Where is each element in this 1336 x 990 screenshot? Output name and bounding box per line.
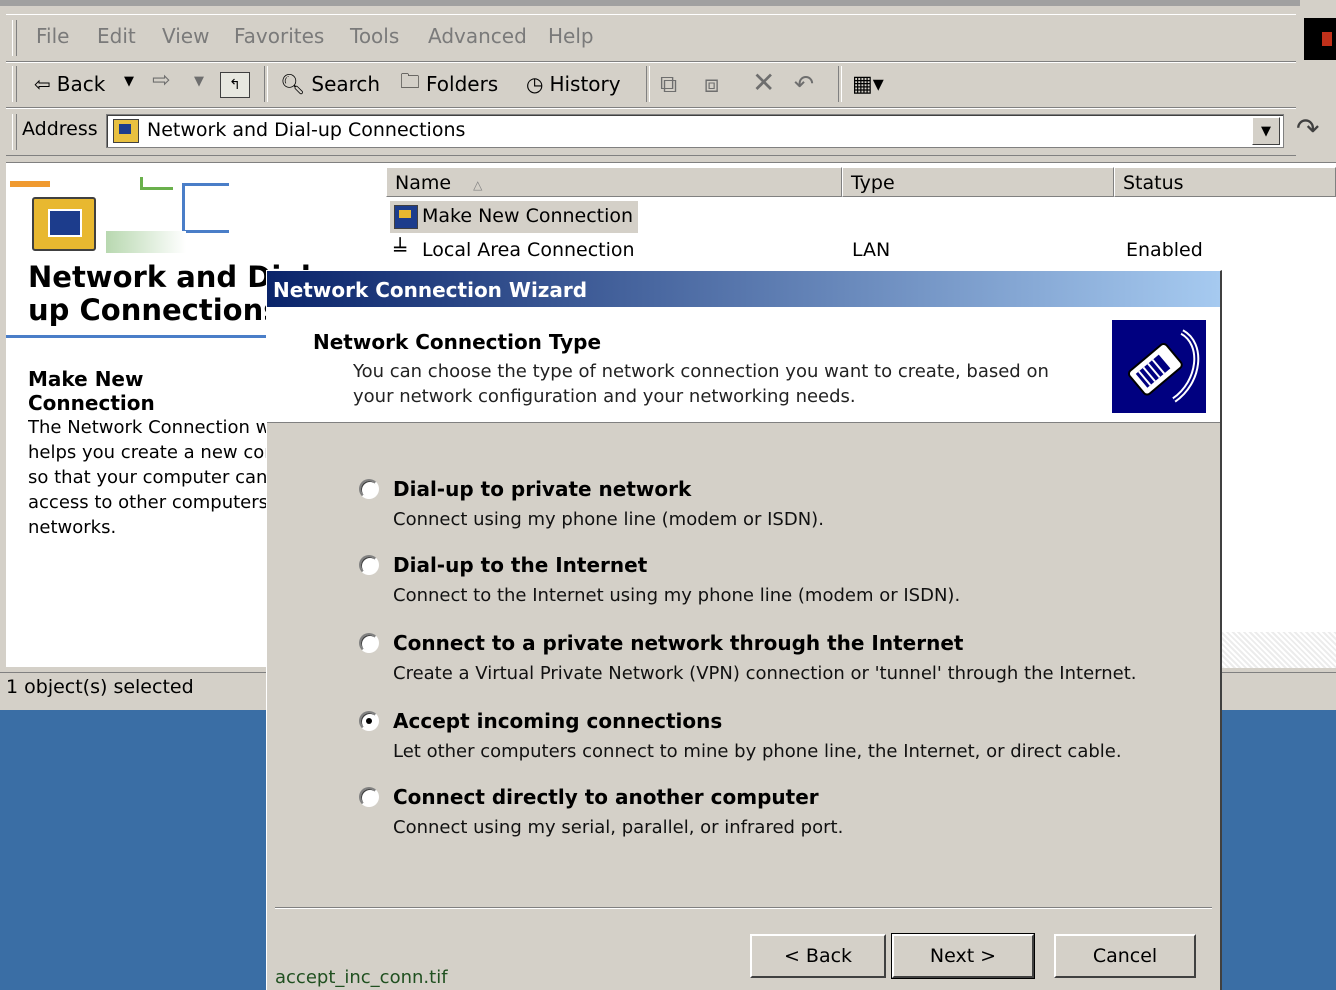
- row-name: Make New Connection: [422, 205, 634, 227]
- make-new-connection-icon: [394, 205, 418, 229]
- folders-label: Folders: [426, 72, 499, 96]
- copy-to-icon[interactable]: ⧈: [704, 70, 719, 98]
- column-status-label: Status: [1123, 172, 1184, 194]
- option-description: Connect using my serial, parallel, or in…: [393, 817, 844, 838]
- option-description: Create a Virtual Private Network (VPN) c…: [393, 663, 1137, 684]
- cancel-button[interactable]: Cancel: [1054, 934, 1196, 978]
- menu-tools[interactable]: Tools: [350, 24, 399, 48]
- address-dropdown-icon[interactable]: ▼: [1252, 117, 1280, 145]
- window-top-edge: [0, 0, 1300, 6]
- address-label: Address: [22, 118, 98, 140]
- up-folder-icon[interactable]: ↰: [220, 72, 250, 98]
- next-button[interactable]: Next >: [891, 933, 1035, 979]
- option-description: Let other computers connect to mine by p…: [393, 741, 1122, 762]
- network-connections-icon: [32, 197, 96, 251]
- lan-connection-icon: ╧: [394, 237, 407, 261]
- address-value: Network and Dial-up Connections: [147, 119, 466, 141]
- back-dropdown-icon[interactable]: ▼: [124, 74, 134, 89]
- back-wizard-button[interactable]: < Back: [750, 934, 886, 978]
- wizard-title: Network Connection Wizard: [273, 278, 588, 302]
- network-cable-icon: [1112, 320, 1206, 413]
- option-description: Connect using my phone line (modem or IS…: [393, 509, 824, 530]
- menu-advanced[interactable]: Advanced: [428, 24, 527, 48]
- search-icon: 🔍︎: [280, 72, 306, 96]
- option-title: Dial-up to private network: [393, 477, 692, 501]
- menu-file[interactable]: File: [36, 24, 69, 48]
- search-button[interactable]: 🔍︎ Search: [280, 68, 380, 100]
- radio-vpn[interactable]: [359, 633, 379, 653]
- go-arrow-icon[interactable]: ↷: [1296, 112, 1319, 145]
- wizard-page-subtitle: You can choose the type of network conne…: [353, 361, 1049, 407]
- menu-grip[interactable]: [12, 20, 17, 56]
- folders-button[interactable]: 🗀 Folders: [400, 68, 498, 100]
- radio-accept-incoming[interactable]: [359, 711, 379, 731]
- back-button[interactable]: ⇦ Back: [34, 68, 105, 100]
- forward-dropdown-icon[interactable]: ▼: [194, 74, 204, 89]
- radio-dialup-internet[interactable]: [359, 555, 379, 575]
- address-grip[interactable]: [12, 114, 17, 150]
- image-filename-caption: accept_inc_conn.tif: [275, 967, 448, 988]
- column-header-type[interactable]: Type: [842, 167, 1114, 197]
- wizard-page-title: Network Connection Type: [313, 330, 602, 354]
- row-name: Local Area Connection: [422, 239, 635, 261]
- network-folder-icon: [113, 119, 139, 143]
- move-to-icon[interactable]: ⧉: [660, 70, 677, 98]
- windows-logo-icon: [1304, 18, 1336, 60]
- menu-edit[interactable]: Edit: [97, 24, 136, 48]
- wizard-header: Network Connection Type You can choose t…: [267, 307, 1220, 423]
- hatch-pattern: [1222, 632, 1336, 668]
- option-title: Connect to a private network through the…: [393, 631, 964, 655]
- history-label: History: [549, 72, 621, 96]
- radio-direct-connect[interactable]: [359, 787, 379, 807]
- back-arrow-icon: ⇦: [34, 72, 51, 96]
- undo-icon[interactable]: ↶: [794, 70, 814, 98]
- radio-dialup-private[interactable]: [359, 479, 379, 499]
- folders-icon: 🗀: [400, 69, 420, 93]
- column-header-status[interactable]: Status: [1114, 167, 1336, 197]
- column-name-label: Name: [395, 172, 452, 194]
- history-button[interactable]: ◷ History: [526, 68, 621, 100]
- column-header-name[interactable]: Name △: [386, 167, 842, 197]
- sort-ascending-icon: △: [473, 178, 483, 192]
- option-title: Connect directly to another computer: [393, 785, 819, 809]
- toolbar-separator: [646, 66, 650, 102]
- option-description: Connect to the Internet using my phone l…: [393, 585, 961, 606]
- list-row-local-area-connection[interactable]: ╧ Local Area Connection LAN Enabled: [390, 235, 1330, 267]
- views-icon[interactable]: ▦▾: [852, 72, 884, 97]
- status-text: 1 object(s) selected: [6, 676, 194, 698]
- toolbar-separator: [264, 66, 268, 102]
- history-icon: ◷: [526, 72, 544, 96]
- menu-view[interactable]: View: [162, 24, 209, 48]
- back-label: Back: [56, 72, 106, 96]
- menu-help[interactable]: Help: [548, 24, 594, 48]
- row-type: LAN: [852, 239, 891, 261]
- toolbar-separator: [838, 66, 842, 102]
- selected-item-heading: Make New Connection: [28, 367, 155, 415]
- address-input[interactable]: Network and Dial-up Connections: [106, 114, 1284, 148]
- option-title: Dial-up to the Internet: [393, 553, 648, 577]
- row-status: Enabled: [1126, 239, 1203, 261]
- web-view-panel: Network and Dial- up Connections Make Ne…: [6, 163, 323, 667]
- footer-divider: [275, 907, 1212, 909]
- list-row-make-new-connection[interactable]: Make New Connection: [390, 201, 638, 233]
- menu-favorites[interactable]: Favorites: [234, 24, 324, 48]
- selected-item-description: The Network Connection wizard helps you …: [28, 417, 268, 538]
- delete-icon[interactable]: ✕: [752, 66, 775, 99]
- option-title: Accept incoming connections: [393, 709, 723, 733]
- network-connection-wizard: Network Connection Wizard Network Connec…: [266, 270, 1222, 990]
- title-divider: [6, 335, 268, 338]
- search-label: Search: [311, 72, 381, 96]
- folder-banner-art: [6, 171, 236, 255]
- column-type-label: Type: [851, 172, 895, 194]
- forward-button[interactable]: ⇨: [152, 68, 170, 93]
- toolbar-grip[interactable]: [12, 66, 17, 102]
